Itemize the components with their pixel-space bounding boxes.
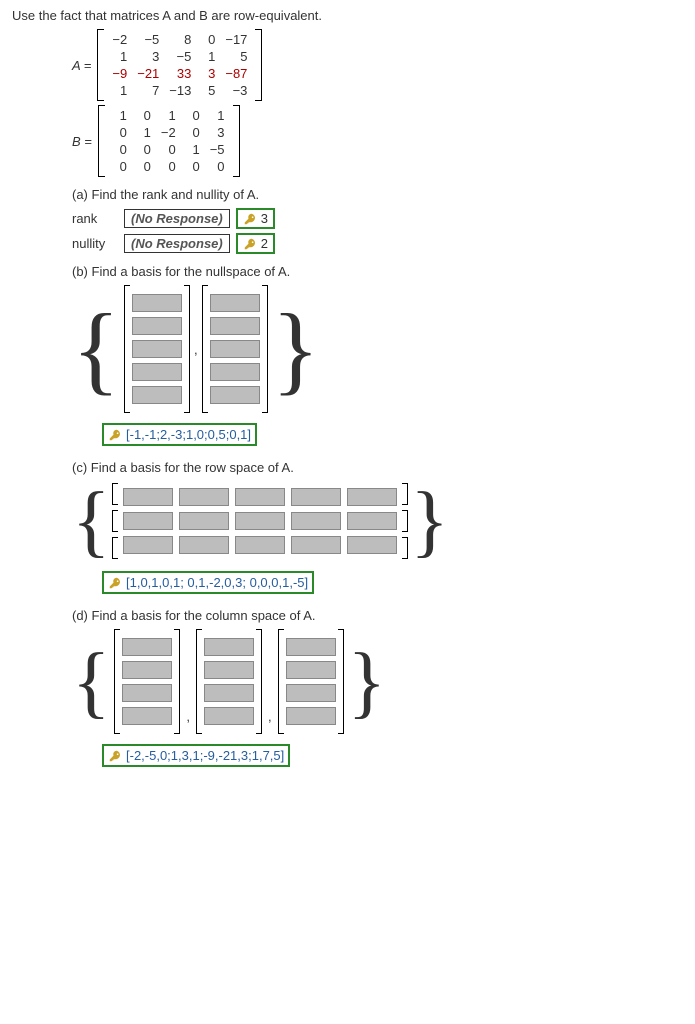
matrix-a: −2−580−17 13−515 −9−21333−87 17−135−3 bbox=[97, 29, 262, 101]
part-c-answer: [1,0,1,0,1; 0,1,-2,0,3; 0,0,0,1,-5] bbox=[102, 571, 314, 594]
key-icon bbox=[108, 428, 122, 442]
instruction: Use the fact that matrices A and B are r… bbox=[12, 8, 683, 23]
matrix-a-row-1: 13−515 bbox=[107, 48, 252, 65]
part-d-prompt: (d) Find a basis for the column space of… bbox=[72, 608, 683, 623]
matrix-b: 10101 01−203 0001−5 00000 bbox=[98, 105, 240, 177]
key-icon bbox=[108, 576, 122, 590]
key-icon bbox=[243, 212, 257, 226]
matrix-a-label: A = bbox=[72, 58, 91, 73]
matrix-b-label: B = bbox=[72, 134, 92, 149]
matrix-b-block: B = 10101 01−203 0001−5 00000 bbox=[72, 105, 683, 177]
rank-row: rank (No Response) 3 bbox=[72, 208, 683, 229]
nullity-label: nullity bbox=[72, 236, 124, 251]
rank-input[interactable]: (No Response) bbox=[124, 209, 230, 228]
matrix-a-row-2: −9−21333−87 bbox=[107, 65, 252, 82]
vec-input-1[interactable] bbox=[124, 285, 190, 413]
vec-input-2[interactable] bbox=[196, 629, 262, 734]
brace-right: } bbox=[348, 654, 386, 710]
part-b-prompt: (b) Find a basis for the nullspace of A. bbox=[72, 264, 683, 279]
rank-label: rank bbox=[72, 211, 124, 226]
key-icon bbox=[243, 237, 257, 251]
vec-input-2[interactable] bbox=[202, 285, 268, 413]
rank-answer: 3 bbox=[236, 208, 275, 229]
rowspace-basis-input[interactable]: { } bbox=[72, 481, 683, 561]
colspace-basis-input[interactable]: { , , } bbox=[72, 629, 683, 734]
matrix-a-row-0: −2−580−17 bbox=[107, 31, 252, 48]
part-d-answer: [-2,-5,0;1,3,1;-9,-21,3;1,7,5] bbox=[102, 744, 290, 767]
brace-left: { bbox=[72, 493, 110, 549]
nullity-input[interactable]: (No Response) bbox=[124, 234, 230, 253]
brace-left: { bbox=[72, 314, 120, 384]
part-a-prompt: (a) Find the rank and nullity of A. bbox=[72, 187, 683, 202]
brace-right: } bbox=[272, 314, 320, 384]
brace-left: { bbox=[72, 654, 110, 710]
vec-input-1[interactable] bbox=[114, 629, 180, 734]
part-b-answer: [-1,-1;2,-3;1,0;0,5;0,1] bbox=[102, 423, 257, 446]
part-c-prompt: (c) Find a basis for the row space of A. bbox=[72, 460, 683, 475]
vec-input-3[interactable] bbox=[278, 629, 344, 734]
nullity-answer: 2 bbox=[236, 233, 275, 254]
matrix-a-row-3: 17−135−3 bbox=[107, 82, 252, 99]
nullspace-basis-input[interactable]: { , } bbox=[72, 285, 683, 413]
matrix-a-block: A = −2−580−17 13−515 −9−21333−87 17−135−… bbox=[72, 29, 683, 101]
brace-right: } bbox=[410, 493, 448, 549]
key-icon bbox=[108, 749, 122, 763]
nullity-row: nullity (No Response) 2 bbox=[72, 233, 683, 254]
